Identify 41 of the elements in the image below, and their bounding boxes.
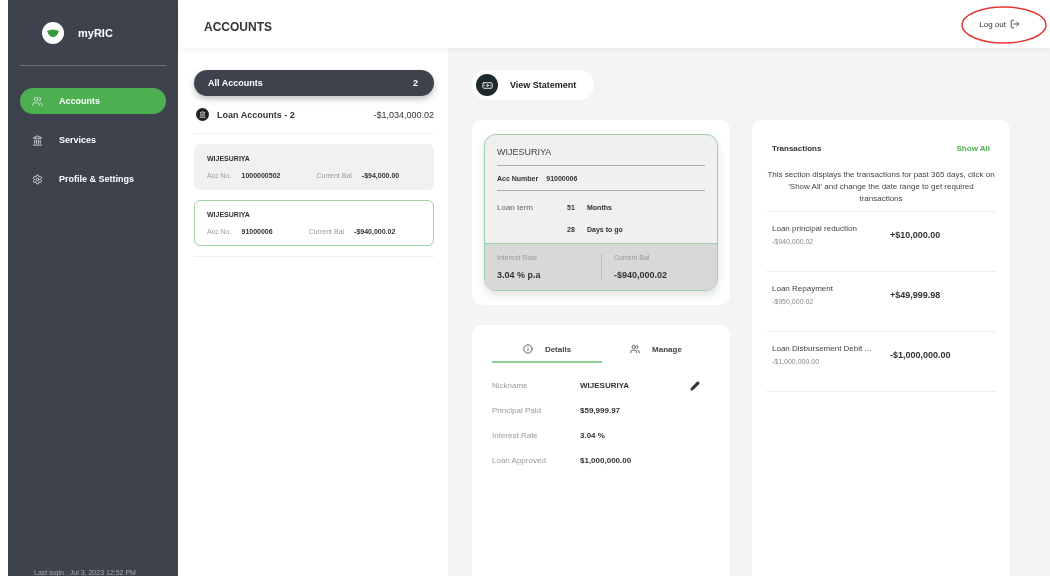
transaction-amount: +$10,000.00 [890, 229, 942, 240]
transaction-amount: -$1,000,000.00 [890, 349, 952, 360]
info-text: This section displays the transactions for past 365 days, click on 'Show All' and change the date range to get required transactions [766, 169, 996, 212]
logo-icon [42, 21, 64, 44]
nav-item[interactable]: Profile & Settings [20, 166, 166, 192]
field-label: Principal Paid [492, 406, 542, 415]
all-accounts-button[interactable]: All Accounts 2 [194, 70, 434, 96]
account-name: WIJESURIYA [497, 147, 705, 166]
bank-icon [196, 108, 209, 121]
people-icon [630, 344, 641, 354]
rate-value: 3.04 % p.a [497, 270, 542, 280]
field-label: Loan term [497, 203, 535, 212]
group-total: -$1,034,000.02 [373, 109, 434, 120]
settings-icon [32, 173, 43, 185]
field-value: WIJESURIYA [580, 381, 631, 390]
field-value: $1,000,000.00 [580, 456, 633, 465]
field-value: $59,999.97 [580, 406, 622, 415]
nav-item[interactable]: Services [20, 127, 166, 153]
transaction-description: Loan principal reduction [772, 224, 858, 233]
tab[interactable]: Manage [602, 337, 710, 363]
brand-name: myRIC [78, 26, 113, 39]
edit-icon[interactable] [690, 380, 700, 391]
group-label: Loan Accounts - 2 [217, 109, 296, 120]
view-statement-button[interactable]: View Statement [472, 70, 595, 100]
building-icon [32, 134, 43, 146]
logout-link[interactable]: Log out [979, 19, 1020, 29]
page-title: ACCOUNTS [204, 20, 272, 34]
transaction-description: Loan Disbursement Debit ... [772, 344, 873, 353]
transaction-amount: +$49,999.98 [890, 289, 942, 300]
banknote-icon [476, 74, 498, 96]
transaction-description: Loan Repayment [772, 284, 834, 293]
info-icon [522, 344, 533, 354]
people-icon [32, 95, 43, 107]
field-value: 3.04 % [580, 431, 606, 440]
field-label: Nickname [492, 381, 529, 390]
balance-value: -$940,000.02 [614, 270, 669, 280]
field-label: Loan Approved [492, 456, 547, 465]
logout-icon [1010, 19, 1020, 29]
section-title: Transactions [772, 144, 822, 153]
tab[interactable]: Details [492, 337, 602, 363]
field-label: Interest Rate [492, 431, 539, 440]
